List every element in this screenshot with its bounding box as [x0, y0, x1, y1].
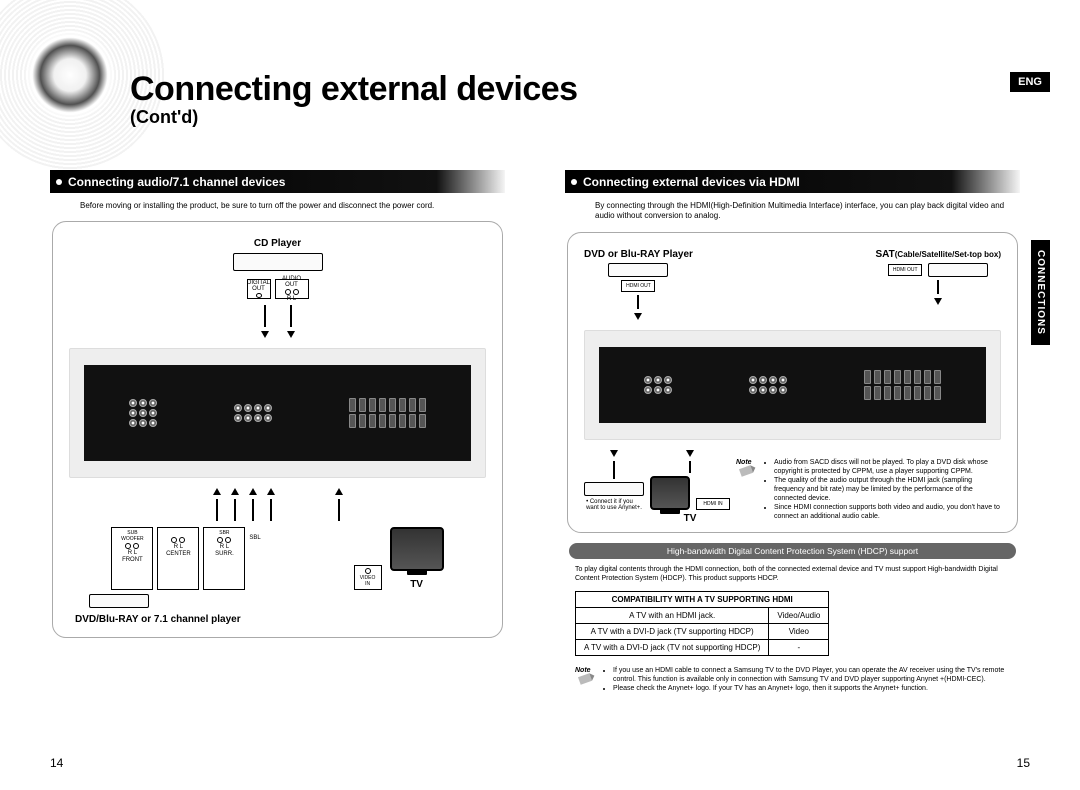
sat-label: SAT	[876, 249, 895, 260]
section-header-audio: Connecting audio/7.1 channel devices	[50, 170, 505, 193]
sbr-block: SBR R L SURR.	[203, 527, 245, 590]
cd-player-box	[233, 253, 323, 271]
anynet-box	[584, 482, 644, 496]
diagram-audio: CD Player DIGITAL OUT AUDIO OUT R L	[52, 221, 503, 638]
dvd-label: DVD or Blu-RAY Player	[584, 249, 693, 260]
video-in-block: VIDEO IN	[354, 565, 382, 590]
page-number-left: 14	[50, 756, 63, 770]
hdcp-desc: To play digital contents through the HDM…	[575, 565, 1010, 583]
tv-icon	[390, 527, 444, 571]
compat-table: COMPATIBILITY WITH A TV SUPPORTING HDMI …	[575, 591, 829, 656]
hdmi-in: HDMI IN	[696, 498, 730, 510]
pencil-icon	[578, 673, 592, 685]
table-row: A TV with a DVI-D jack (TV not supportin…	[576, 639, 829, 655]
anynet-note: • Connect it if you want to use Anynet+.	[586, 499, 642, 511]
amplifier-rear	[69, 348, 486, 478]
hdmi-out-2: HDMI OUT	[888, 264, 922, 276]
digital-out-port: DIGITAL OUT	[247, 279, 271, 299]
sat-sublabel: (Cable/Satellite/Set-top box)	[895, 250, 1001, 259]
center-block: R L CENTER	[157, 527, 199, 590]
tv-icon-right	[650, 476, 690, 510]
hdmi-out-1: HDMI OUT	[621, 280, 655, 292]
note-item: If you use an HDMI cable to connect a Sa…	[613, 666, 1010, 684]
section-header-hdmi: Connecting external devices via HDMI	[565, 170, 1020, 193]
note-item: Since HDMI connection supports both vide…	[774, 503, 1001, 521]
page-number-right: 15	[1017, 756, 1030, 770]
note-item: Please check the Anynet+ logo. If your T…	[613, 684, 1010, 693]
diagram-hdmi: DVD or Blu-RAY Player HDMI OUT SAT(Cable…	[567, 232, 1018, 533]
caution-text: Before moving or installing the product,…	[80, 201, 495, 211]
table-row: A TV with an HDMI jack.Video/Audio	[576, 607, 829, 623]
audio-out-port: AUDIO OUT R L	[275, 279, 309, 299]
sat-box	[928, 263, 988, 277]
note-item: Audio from SACD discs will not be played…	[774, 458, 1001, 476]
cd-player-label: CD Player	[254, 238, 301, 249]
note-list-2: If you use an HDMI cable to connect a Sa…	[601, 666, 1010, 693]
pencil-icon	[739, 465, 753, 477]
page-left: Connecting audio/7.1 channel devices Bef…	[0, 0, 535, 790]
tv-label-right: TV	[684, 513, 697, 524]
sub-woofer-block: SUB WOOFER R L FRONT	[111, 527, 153, 590]
dvd-box	[608, 263, 668, 277]
note-list: Audio from SACD discs will not be played…	[762, 458, 1001, 522]
table-row: A TV with a DVI-D jack (TV supporting HD…	[576, 623, 829, 639]
compat-header: COMPATIBILITY WITH A TV SUPPORTING HDMI	[576, 591, 829, 607]
tv-label: TV	[410, 579, 423, 590]
note-item: The quality of the audio output through …	[774, 476, 1001, 503]
hdmi-intro-text: By connecting through the HDMI(High-Defi…	[595, 201, 1010, 222]
amplifier-rear-hdmi	[584, 330, 1001, 440]
dvd-bottom-label: DVD/Blu-RAY or 7.1 channel player	[75, 614, 486, 625]
dvd-player-box	[89, 594, 149, 608]
hdcp-pill: High-bandwidth Digital Content Protectio…	[569, 543, 1016, 559]
page-right: Connecting external devices via HDMI By …	[535, 0, 1080, 790]
